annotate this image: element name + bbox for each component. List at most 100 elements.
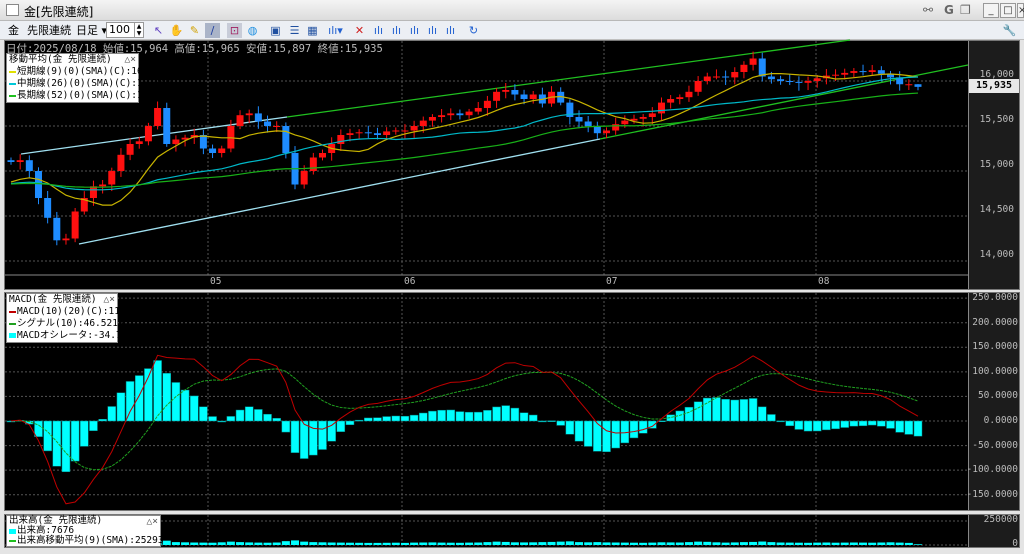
volume-bar — [694, 541, 703, 545]
macd-oscillator-bar — [125, 381, 135, 422]
candle-body — [612, 124, 620, 131]
candle-body — [777, 79, 785, 81]
candle-body — [456, 113, 464, 116]
macd-oscillator-bar — [217, 420, 226, 423]
candle-body — [355, 132, 363, 134]
macd-oscillator-bar — [748, 398, 758, 422]
volume-bar — [529, 542, 538, 545]
volume-bar — [245, 542, 254, 545]
candle-body — [841, 72, 849, 75]
price-tick-label: 14,500 — [979, 204, 1014, 215]
volume-bar — [868, 542, 877, 545]
macd-legend[interactable]: MACD(金 先限連続) △× MACD(10)(20)(C):11.8125 … — [6, 293, 149, 343]
volume-bar — [758, 541, 767, 545]
macd-legend-macd: MACD(10)(20)(C):11.8125 — [9, 306, 149, 318]
macd-oscillator-bar — [107, 406, 117, 422]
legend-toggle-close-icon[interactable]: △× — [125, 54, 136, 66]
macd-oscillator-bar — [583, 420, 593, 447]
candle-body — [786, 81, 794, 82]
swatch-icon — [9, 311, 16, 313]
macd-oscillator-bar — [913, 420, 923, 437]
macd-oscillator-bar — [199, 406, 208, 422]
macd-oscillator-bar — [254, 409, 263, 422]
volume-bar — [501, 541, 510, 545]
candle-body — [703, 76, 711, 81]
volume-bar — [281, 541, 290, 545]
legend-label: シグナル(10):46.5215 — [17, 318, 124, 329]
macd-oscillator-bar — [455, 411, 465, 422]
swatch-icon — [9, 71, 16, 73]
volume-bar — [492, 541, 501, 545]
macd-oscillator-bar — [721, 399, 730, 422]
volume-bar — [666, 542, 675, 545]
candle-body — [254, 113, 262, 122]
candle-body — [199, 135, 207, 149]
volume-bar — [199, 542, 208, 545]
candle-body — [767, 76, 775, 80]
volume-bar — [217, 542, 226, 545]
volume-tick-label: 250000 — [983, 514, 1018, 525]
volume-bar — [300, 541, 309, 545]
candle-body — [722, 76, 730, 78]
volume-bar — [822, 542, 831, 545]
macd-oscillator-bar — [831, 420, 840, 430]
volume-bar — [181, 542, 190, 545]
macd-oscillator-bar — [712, 397, 721, 422]
candle-body — [529, 94, 537, 99]
swatch-icon — [9, 540, 16, 542]
macd-oscillator-bar — [812, 420, 822, 432]
volume-bar — [895, 542, 904, 545]
volume-bar — [776, 542, 785, 545]
macd-oscillator-bar — [528, 414, 538, 422]
macd-oscillator-bar — [446, 409, 456, 422]
macd-oscillator-bar — [382, 416, 391, 422]
volume-legend[interactable]: 出来高(金 先限連続) △× 出来高:7676 出来高移動平均(9)(SMA):… — [6, 515, 164, 547]
macd-tick-label: 200.0000 — [972, 316, 1018, 328]
candle-body — [383, 131, 391, 135]
macd-oscillator-bar — [877, 420, 886, 427]
volume-bar — [226, 541, 235, 545]
macd-tick-label: 0.0000 — [983, 415, 1018, 426]
candle-body — [99, 184, 107, 187]
volume-tick-label: 0 — [1012, 538, 1018, 549]
volume-bar — [291, 540, 300, 545]
macd-oscillator-bar — [80, 420, 89, 447]
trendline-lower-blue[interactable] — [78, 138, 601, 245]
macd-oscillator-bar — [904, 420, 914, 435]
volume-bar — [446, 542, 455, 545]
macd-oscillator-bar — [803, 420, 813, 432]
ma-legend[interactable]: 移動平均(金 先限連続) △× 短期線(9)(0)(SMA)(C):16,065… — [6, 53, 171, 103]
volume-bar — [565, 541, 574, 545]
candle-body — [172, 139, 180, 144]
candle-body — [163, 108, 171, 144]
volume-bar — [813, 542, 822, 545]
volume-bar — [675, 542, 684, 545]
volume-bar — [236, 542, 245, 545]
volume-bar — [767, 542, 776, 545]
candle-body — [850, 71, 858, 73]
macd-oscillator-bar — [776, 420, 785, 423]
volume-bar — [575, 542, 584, 545]
candle-body — [438, 115, 446, 117]
candle-body — [53, 217, 61, 241]
macd-oscillator-bar — [299, 420, 309, 459]
macd-oscillator-bar — [345, 420, 355, 425]
date-tick-label: 08 — [818, 276, 830, 287]
candle-body — [511, 90, 519, 95]
macd-oscillator-bar — [98, 418, 107, 422]
candle-body — [868, 70, 876, 72]
volume-bar — [749, 541, 758, 545]
macd-oscillator-bar — [89, 420, 98, 431]
volume-bar — [373, 542, 382, 545]
macd-oscillator-bar — [180, 389, 190, 422]
volume-bar — [364, 542, 373, 545]
candle-body — [401, 130, 409, 132]
macd-oscillator-bar — [116, 392, 126, 422]
ma-legend-title: 移動平均(金 先限連続) — [9, 54, 112, 65]
candle-body — [392, 130, 400, 132]
legend-toggle-close-icon[interactable]: △× — [104, 294, 115, 306]
macd-oscillator-bar — [263, 413, 272, 422]
macd-oscillator-bar — [52, 420, 62, 467]
volume-bar — [657, 542, 666, 545]
volume-bar — [428, 542, 437, 545]
